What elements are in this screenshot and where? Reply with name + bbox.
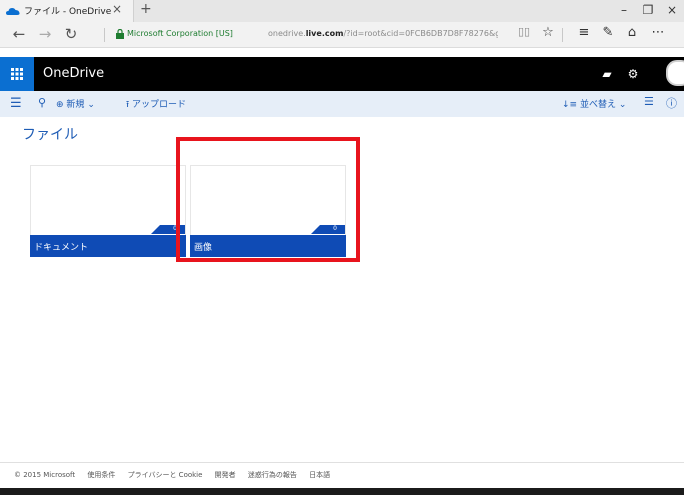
new-button-label: 新規 [66, 100, 85, 110]
folder-name: ドキュメント [34, 243, 89, 253]
upload-button-label: アップロード [132, 100, 187, 110]
suite-bar: OneDrive ▰ ⚙ [0, 57, 684, 91]
address-separator [104, 28, 105, 42]
footer-link-report-abuse[interactable]: 迷惑行為の報告 [248, 471, 297, 479]
footer-link-language[interactable]: 日本語 [309, 471, 330, 479]
search-icon[interactable]: ⚲ [38, 96, 46, 109]
chevron-down-icon: ⌄ [87, 100, 95, 110]
address-bar: ← → ↻ Microsoft Corporation [US] onedriv… [0, 22, 684, 48]
lock-icon[interactable] [115, 29, 125, 39]
folder-tab-corner [151, 225, 160, 234]
gear-icon[interactable]: ⚙ [620, 61, 646, 87]
reading-view-icon[interactable]: ▯▯ [514, 25, 534, 38]
tab-strip: ファイル - OneDrive × + – ❐ × [0, 0, 684, 22]
footer-link-privacy[interactable]: プライバシーと Cookie [128, 471, 203, 479]
minimize-button[interactable]: – [614, 3, 634, 17]
app-launcher-button[interactable] [0, 57, 34, 91]
footer-divider [0, 462, 684, 463]
waffle-icon [11, 68, 23, 80]
new-button[interactable]: ⊕ 新規 ⌄ [56, 97, 95, 110]
notifications-icon[interactable]: ▰ [594, 61, 620, 87]
sort-button-label: 並べ替え [579, 100, 616, 110]
url-path: /?id=root&cid=0FCB6DB7D8F78276&group=0 [343, 29, 498, 38]
command-bar: ☰ ⚲ ⊕ 新規 ⌄ ⭱ アップロード ↓≡ 並べ替え ⌄ ☰ ⓘ [0, 91, 684, 117]
footer-link-terms[interactable]: 使用条件 [87, 471, 115, 479]
highlight-box [176, 137, 360, 262]
plus-circle-icon: ⊕ [56, 100, 64, 110]
back-icon[interactable]: ← [8, 25, 30, 43]
info-icon[interactable]: ⓘ [666, 95, 677, 111]
url-field[interactable]: onedrive.live.com/?id=root&cid=0FCB6DB7D… [268, 29, 498, 38]
footer: © 2015 Microsoft 使用条件 プライバシーと Cookie 開発者… [14, 470, 340, 480]
hub-icon[interactable]: ≡ [574, 25, 594, 40]
chevron-down-icon: ⌄ [618, 100, 627, 110]
list-view-icon[interactable]: ☰ [644, 95, 654, 108]
url-domain: live.com [305, 29, 344, 38]
onedrive-cloud-icon [6, 8, 20, 15]
close-window-button[interactable]: × [662, 3, 682, 17]
upload-arrow-icon: ⭱ [126, 100, 130, 110]
browser-tab[interactable]: ファイル - OneDrive × [0, 0, 134, 22]
folder-label-bar: ドキュメント [30, 235, 186, 257]
more-icon[interactable]: ⋯ [648, 25, 668, 40]
footer-copyright: © 2015 Microsoft [14, 471, 76, 479]
toolbar-separator [562, 28, 563, 42]
tab-title: ファイル - OneDrive [24, 7, 112, 17]
share-icon[interactable]: ⌂ [622, 25, 642, 40]
favorite-star-icon[interactable]: ☆ [538, 25, 558, 40]
app-name[interactable]: OneDrive [43, 66, 104, 81]
folder-tile-documents[interactable]: 0 ドキュメント [30, 165, 186, 257]
new-tab-button[interactable]: + [140, 1, 152, 17]
avatar[interactable] [666, 60, 684, 86]
taskbar-edge [0, 488, 684, 495]
sort-button[interactable]: ↓≡ 並べ替え ⌄ [562, 97, 626, 110]
tab-close-button[interactable]: × [112, 2, 122, 16]
hamburger-menu-icon[interactable]: ☰ [10, 96, 24, 111]
restore-button[interactable]: ❐ [638, 3, 658, 17]
refresh-icon[interactable]: ↻ [60, 25, 82, 43]
sort-icon: ↓≡ [562, 100, 578, 110]
url-prefix: onedrive. [268, 29, 306, 38]
web-note-icon[interactable]: ✎ [598, 25, 618, 40]
upload-button[interactable]: ⭱ アップロード [126, 97, 186, 113]
forward-icon[interactable]: → [34, 25, 56, 43]
footer-link-developers[interactable]: 開発者 [215, 471, 236, 479]
page-title: ファイル [22, 127, 78, 143]
site-identity[interactable]: Microsoft Corporation [US] [127, 29, 233, 38]
